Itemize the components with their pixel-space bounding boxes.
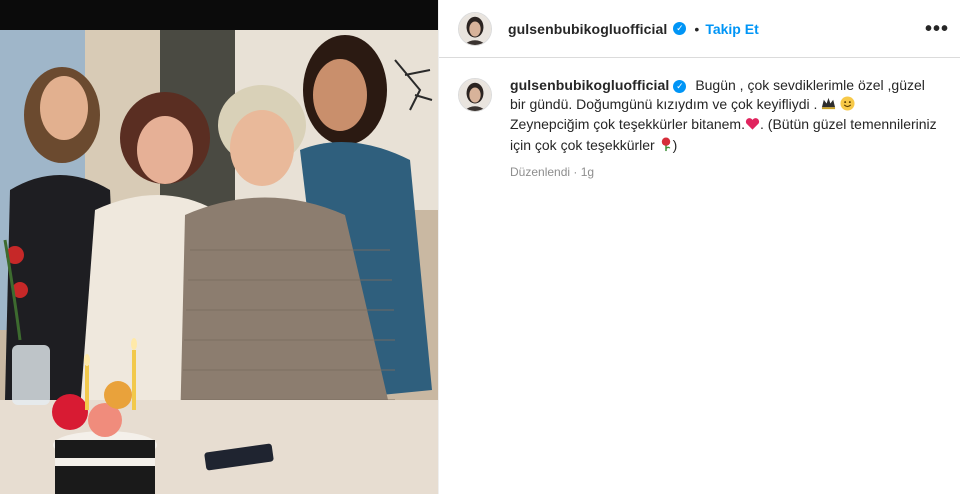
post-header: gulsenbubikogluofficial ✓ • Takip Et ••• xyxy=(439,0,960,58)
header-username[interactable]: gulsenbubikogluofficial xyxy=(508,21,667,37)
caption-username[interactable]: gulsenbubikogluofficial xyxy=(510,77,669,93)
more-options-icon[interactable]: ••• xyxy=(923,16,951,42)
avatar-image xyxy=(459,79,491,111)
crown-emoji-icon xyxy=(821,96,836,116)
rose-emoji-icon xyxy=(659,136,673,157)
caption-body: gulsenbubikogluofficial ✓ Bugün , çok sev… xyxy=(510,76,940,179)
follow-button[interactable]: Takip Et xyxy=(705,21,758,37)
header-separator: • xyxy=(694,20,700,37)
red-heart-emoji-icon xyxy=(745,117,760,136)
caption-meta: Düzenlendi · 1g xyxy=(510,165,940,179)
edited-label: Düzenlendi xyxy=(510,165,571,179)
post-photo-image xyxy=(0,0,438,494)
post-photo[interactable] xyxy=(0,0,438,494)
profile-avatar[interactable] xyxy=(458,11,492,46)
time-ago[interactable]: 1g xyxy=(581,165,594,179)
meta-separator: · xyxy=(573,165,578,179)
caption-text-part2: Zeynepciğim çok teşekkürler bitanem. xyxy=(510,116,745,132)
caption-text: gulsenbubikogluofficial ✓ Bugün , çok sev… xyxy=(510,76,940,156)
caption-text-part4: ) xyxy=(672,136,678,153)
caption-avatar[interactable] xyxy=(458,78,492,112)
avatar-image xyxy=(459,12,491,45)
verified-badge-icon: ✓ xyxy=(673,22,687,35)
smile-emoji-icon xyxy=(840,95,855,116)
post-sidebar: gulsenbubikogluofficial ✓ • Takip Et •••… xyxy=(438,0,960,494)
post-caption: gulsenbubikogluofficial ✓ Bugün , çok sev… xyxy=(458,76,948,179)
verified-badge-icon: ✓ xyxy=(673,79,687,93)
